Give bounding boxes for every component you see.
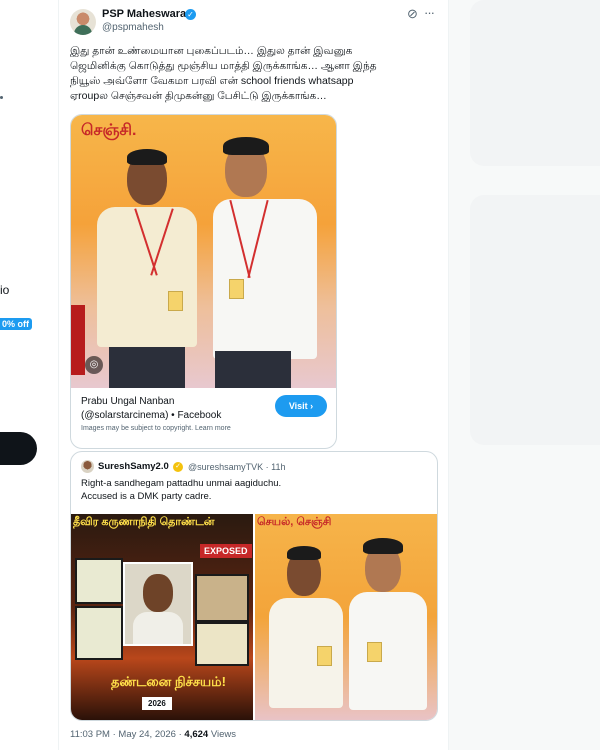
views-count: 4,624 <box>184 729 209 740</box>
visit-button[interactable]: Visit › <box>275 395 327 417</box>
quote-time: · 11h <box>265 462 286 472</box>
discount-badge[interactable]: 0% off <box>0 318 32 330</box>
quote-handle-text: @sureshsamyTVK <box>188 462 264 472</box>
avatar[interactable] <box>70 9 96 35</box>
quote-image-photo[interactable]: செயல், செஞ்சி <box>255 514 437 720</box>
verified-badge-icon: ✓ <box>173 462 183 472</box>
photo-banner-text: செஞ்சி. <box>81 122 137 139</box>
poster-title: தீவிர கருணாநிதி தொண்டன் <box>73 516 215 528</box>
quote-display-name[interactable]: SureshSamy2.0 <box>98 461 169 472</box>
quote-handle[interactable]: @sureshsamyTVK · 11h <box>188 462 286 472</box>
person-left-hair <box>287 546 321 560</box>
post-button[interactable] <box>0 432 37 465</box>
display-name[interactable]: PSP Maheswaran <box>102 8 193 20</box>
copyright-note[interactable]: Images may be subject to copyright. Lear… <box>81 425 231 432</box>
tweet-meta: 11:03 PM · May 24, 2026 · 4,624 Views <box>70 729 237 740</box>
photo-info-icon[interactable]: ◎ <box>85 356 103 374</box>
quote-text: Right-a sandhegam pattadhu unmai aagiduc… <box>81 478 282 502</box>
quoted-tweet[interactable]: SureshSamy2.0 ✓ @sureshsamyTVK · 11h Rig… <box>70 451 438 721</box>
quote-avatar[interactable] <box>81 460 94 473</box>
link-card-title[interactable]: Prabu Ungal Nanban <box>81 396 174 407</box>
sidebar-partial-label: io <box>0 283 10 297</box>
id-badge <box>317 646 332 666</box>
more-options-icon[interactable]: ··· <box>424 5 435 20</box>
handle[interactable]: @pspmahesh <box>102 22 164 33</box>
poster-exposed-label: EXPOSED <box>200 544 252 558</box>
poster-tile <box>195 622 249 666</box>
poster-tile <box>75 558 123 604</box>
nav-dot <box>0 96 3 99</box>
link-card-source: (@solarstarcinema) • Facebook <box>81 410 222 421</box>
photo-decoration <box>71 305 85 375</box>
person-right-hair <box>363 538 403 554</box>
poster-bottom-text: தண்டனை நிச்சயம்! <box>111 674 226 689</box>
views-label: Views <box>210 729 237 740</box>
left-sidebar: io 0% off <box>0 0 58 750</box>
poster-tile <box>75 606 123 660</box>
chevron-right-icon: › <box>310 401 314 411</box>
person-right <box>349 592 427 710</box>
poster-photo <box>123 562 193 646</box>
verified-badge-icon: ✓ <box>185 9 196 20</box>
visit-label: Visit <box>288 401 308 411</box>
poster-year: 2026 <box>142 697 172 710</box>
timestamp[interactable]: 11:03 PM · May 24, 2026 <box>70 729 176 740</box>
photo-banner-text: செயல், செஞ்சி <box>257 516 332 528</box>
right-panel-card <box>470 0 600 166</box>
link-card[interactable]: செஞ்சி. ◎ Prabu Ungal Nanban (@solarstar… <box>70 114 337 449</box>
tweet-text: இது தான் உண்மையான புகைப்படம்… இதுல தான் … <box>70 45 377 102</box>
quote-image-poster[interactable]: தீவிர கருணாநிதி தொண்டன் EXPOSED தண்டனை ந… <box>71 514 253 720</box>
poster-tile <box>195 574 249 622</box>
right-panel-card <box>470 195 600 445</box>
id-badge <box>367 642 382 662</box>
link-card-photo[interactable]: செஞ்சி. ◎ <box>71 115 336 388</box>
grok-icon[interactable]: ⊘ <box>407 6 418 22</box>
